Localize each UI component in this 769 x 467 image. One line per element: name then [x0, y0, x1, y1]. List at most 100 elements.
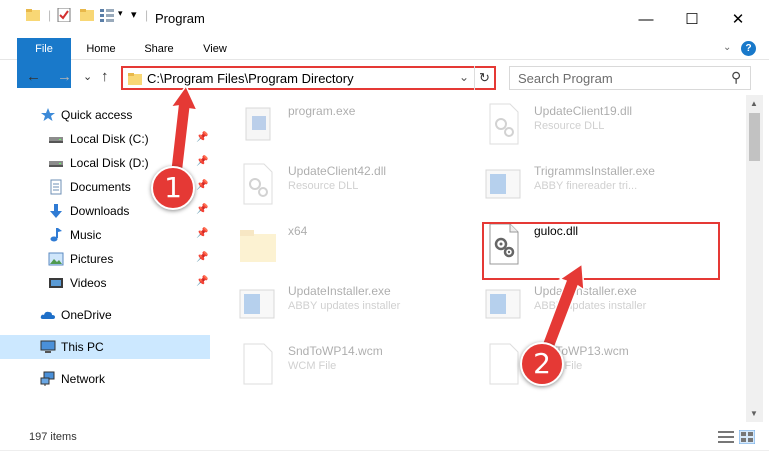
qa-separator: |: [48, 8, 52, 22]
pictures-icon: [48, 252, 64, 266]
ribbon-expand-icon[interactable]: ⌄: [723, 42, 731, 53]
title-separator: |: [145, 8, 149, 22]
step-2-badge: 2: [520, 342, 564, 386]
sidebar-item-label: This PC: [61, 340, 104, 354]
sidebar-item-label: OneDrive: [61, 308, 112, 322]
file-description: ABBY updates installer: [288, 300, 401, 312]
minimize-icon: —: [638, 10, 654, 28]
window-title: Program: [155, 11, 205, 26]
vertical-scrollbar[interactable]: ▲ ▼: [746, 95, 763, 422]
address-path[interactable]: C:\Program Files\Program Directory: [147, 71, 354, 86]
file-name: SndToWP14.wcm: [288, 344, 383, 358]
navigation-bar: ← → ⌄ ↑ C:\Program Files\Program Directo…: [0, 60, 769, 94]
file-name: UpdateInstaller.exe: [288, 284, 391, 298]
drive-icon: [49, 161, 63, 167]
scroll-up-icon[interactable]: ▲: [750, 99, 758, 108]
file-tile[interactable]: UpdateInstaller.exe ABBY updates install…: [484, 280, 724, 330]
file-tile[interactable]: UpdateClient19.dll Resource DLL: [484, 100, 724, 150]
file-name: UpdateClient42.dll: [288, 164, 387, 178]
highlight-box: [482, 222, 720, 280]
minimize-button[interactable]: —: [623, 0, 669, 38]
file-description: ABBY updates installer: [534, 300, 647, 312]
sidebar-item-network[interactable]: Network: [0, 367, 210, 391]
sidebar-item-label: Pictures: [70, 252, 114, 266]
file-tile[interactable]: UpdateClient42.dll Resource DLL: [238, 160, 478, 210]
installer-icon: [485, 169, 521, 199]
pin-icon[interactable]: 📌: [196, 204, 208, 215]
pin-icon[interactable]: 📌: [196, 156, 208, 167]
title-bar: | ▾ ▾ | Program — ☐ ✕: [0, 0, 769, 38]
search-input[interactable]: Search Program: [518, 71, 613, 86]
back-button[interactable]: ←: [26, 68, 41, 85]
file-icon: [489, 343, 519, 385]
address-bar[interactable]: C:\Program Files\Program Directory ⌄ ↻: [121, 66, 496, 90]
file-tile[interactable]: UpdateInstaller.exe ABBY updates install…: [238, 280, 478, 330]
tab-share[interactable]: Share: [137, 38, 181, 60]
sidebar-item-label: Music: [70, 228, 102, 242]
sidebar-item-quick-access[interactable]: Quick access: [0, 103, 210, 127]
refresh-icon[interactable]: ↻: [479, 70, 490, 86]
close-icon: ✕: [731, 11, 745, 28]
exe-icon: [245, 107, 271, 141]
music-icon: [50, 228, 62, 242]
scroll-thumb[interactable]: [749, 113, 760, 161]
file-tile[interactable]: x64: [238, 220, 478, 270]
file-description: Resource DLL: [534, 120, 605, 132]
sidebar-item-music[interactable]: Music 📌: [0, 223, 210, 247]
file-name: program.exe: [288, 104, 356, 118]
file-tile[interactable]: program.exe: [238, 100, 478, 150]
pin-icon[interactable]: 📌: [196, 276, 208, 287]
tab-home[interactable]: Home: [80, 38, 122, 60]
up-button[interactable]: ↑: [101, 68, 109, 85]
file-tile[interactable]: SndToWP14.wcm WCM File: [238, 340, 478, 390]
dll-icon: [489, 103, 519, 145]
status-bar: 197 items: [0, 425, 769, 449]
videos-icon: [49, 278, 63, 288]
view-options-icon[interactable]: [100, 8, 116, 22]
sidebar-item-videos[interactable]: Videos 📌: [0, 271, 210, 295]
qa-dropdown-icon[interactable]: ▾: [118, 8, 123, 19]
search-icon[interactable]: ⚲: [731, 69, 741, 86]
properties-icon[interactable]: [57, 8, 71, 22]
drive-icon: [49, 137, 63, 143]
dll-icon: [243, 163, 273, 205]
network-icon: [40, 371, 55, 386]
sidebar-item-label: Videos: [70, 276, 107, 290]
new-folder-icon[interactable]: [80, 8, 94, 22]
installer-icon: [485, 289, 521, 319]
sidebar-item-this-pc[interactable]: This PC: [0, 335, 210, 359]
tiles-view-icon[interactable]: [739, 430, 755, 444]
tab-view[interactable]: View: [197, 38, 233, 60]
file-name: TrigrammsInstaller.exe: [534, 164, 655, 178]
sidebar-item-label: Local Disk (D:): [70, 156, 149, 170]
maximize-icon: ☐: [685, 11, 699, 28]
help-icon[interactable]: ?: [741, 41, 756, 56]
file-name: UpdateInstaller.exe: [534, 284, 637, 298]
sidebar-item-pictures[interactable]: Pictures 📌: [0, 247, 210, 271]
pin-icon[interactable]: 📌: [196, 132, 208, 143]
address-divider: [474, 66, 475, 90]
sidebar-item-onedrive[interactable]: OneDrive: [0, 303, 210, 327]
address-dropdown-icon[interactable]: ⌄: [459, 70, 469, 84]
file-tile[interactable]: TrigrammsInstaller.exe ABBY finereader t…: [484, 160, 724, 210]
close-button[interactable]: ✕: [715, 0, 761, 38]
step-1-badge: 1: [151, 166, 195, 210]
item-count: 197 items: [29, 431, 77, 443]
forward-button[interactable]: →: [57, 68, 72, 85]
sidebar-item-label: Quick access: [61, 108, 133, 122]
sidebar-item-local-disk-c[interactable]: Local Disk (C:) 📌: [0, 127, 210, 151]
maximize-button[interactable]: ☐: [669, 0, 715, 38]
search-box[interactable]: Search Program ⚲: [509, 66, 751, 90]
customize-toolbar-icon[interactable]: ▾: [131, 8, 137, 21]
pin-icon[interactable]: 📌: [196, 252, 208, 263]
navigation-pane: Quick access Local Disk (C:) 📌 Local Dis…: [0, 100, 210, 422]
file-description: ABBY finereader tri...: [534, 180, 638, 192]
recent-locations-button[interactable]: ⌄: [83, 70, 92, 83]
sidebar-item-label: Local Disk (C:): [70, 132, 149, 146]
details-view-icon[interactable]: [718, 430, 734, 444]
pin-icon[interactable]: 📌: [196, 180, 208, 191]
folder-icon: [128, 73, 142, 85]
folder-icon: [26, 8, 40, 22]
scroll-down-icon[interactable]: ▼: [750, 409, 758, 418]
pin-icon[interactable]: 📌: [196, 228, 208, 239]
